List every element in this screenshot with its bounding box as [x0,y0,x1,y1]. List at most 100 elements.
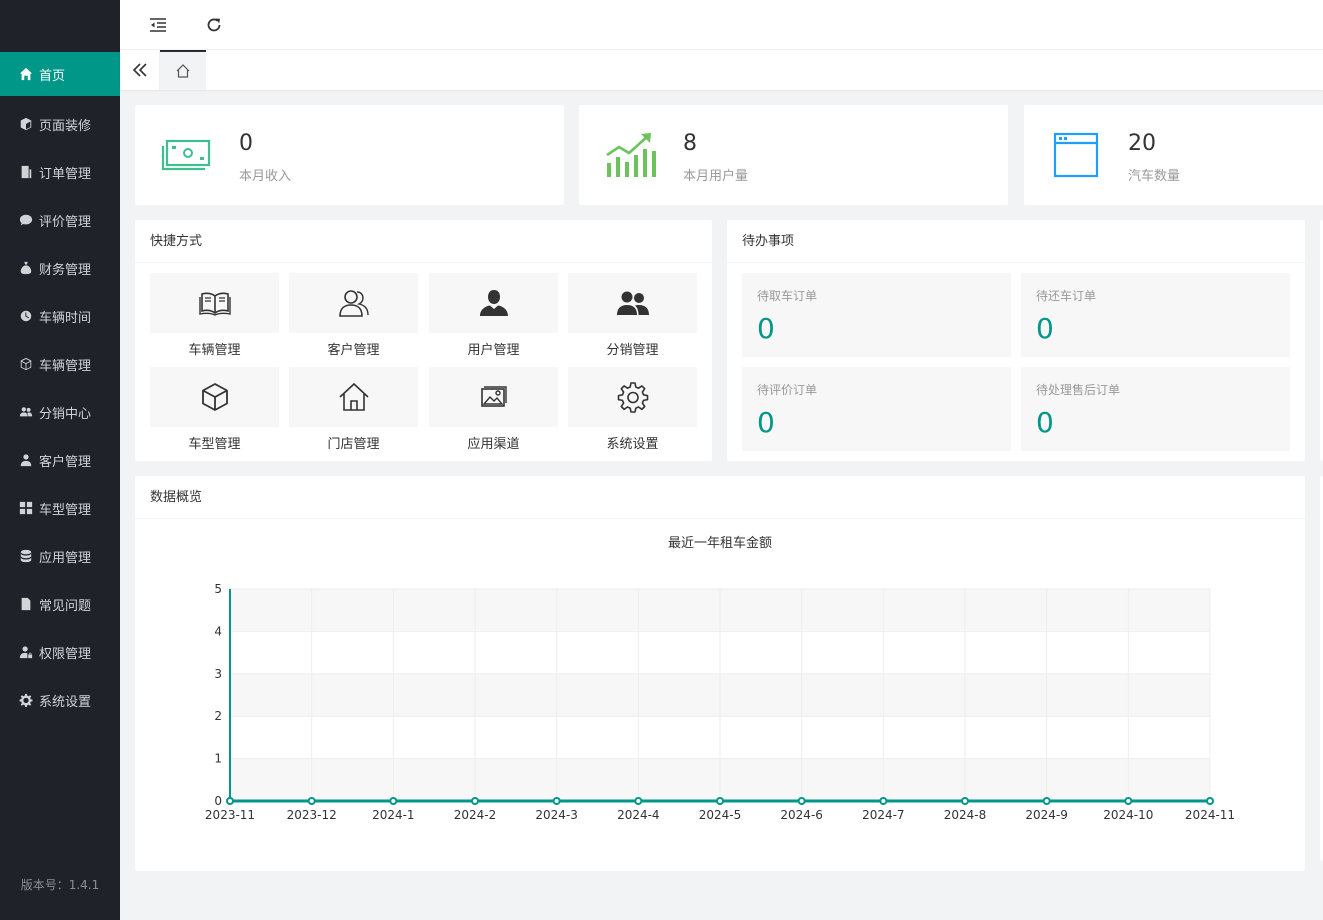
cube-icon [19,117,33,131]
sidebar-item-apps[interactable]: 应用管理 [0,532,120,580]
shortcut-tile[interactable] [289,367,418,427]
refresh-icon [207,18,221,32]
sidebar-item-car-models[interactable]: 车型管理 [0,484,120,532]
data-point [226,797,234,805]
sidebar-item-settings[interactable]: 系统设置 [0,676,120,724]
house-icon [338,382,369,411]
shortcut-tile[interactable] [429,273,558,333]
shortcut-tile[interactable] [150,367,279,427]
data-point [471,797,479,805]
todo-pickup-orders[interactable]: 待取车订单 0 [742,273,1011,357]
data-point [389,797,398,805]
sidebar-item-reviews[interactable]: 评价管理 [0,196,120,244]
refresh-button[interactable] [203,14,225,36]
moneybag-icon [19,261,33,275]
shortcut-car-models[interactable]: 车型管理 [150,367,279,452]
shortcut-users[interactable]: 用户管理 [429,273,558,358]
data-point [552,797,561,805]
sidebar-item-label: 首页 [39,68,66,84]
sidebar-item-distribution[interactable]: 分销中心 [0,388,120,436]
grid-icon [19,501,33,515]
tab-home[interactable] [160,50,206,90]
document-icon [19,165,33,179]
todo-review-orders[interactable]: 待评价订单 0 [742,367,1011,451]
sidebar-item-orders[interactable]: 订单管理 [0,148,120,196]
shortcut-distribution[interactable]: 分销管理 [568,273,697,358]
x-tick-label: 2024-10 [1103,808,1153,822]
user-icon [19,453,33,467]
panel-title: 快捷方式 [135,220,712,263]
x-tick-label: 2024-3 [535,808,578,822]
sidebar-item-label: 应用管理 [39,550,92,566]
y-tick-label: 0 [214,794,222,808]
y-tick-label: 1 [214,752,222,766]
book-icon [198,292,231,316]
data-overview-panel: 数据概览 最近一年租车金额 0 1 2 3 4 5 2023-11 2023-12 2024-1… [135,476,1305,871]
panel-title: 待办事项 [727,220,1305,263]
toggle-sidebar-button[interactable] [147,14,169,36]
shortcut-tile[interactable] [568,367,697,427]
sidebar-item-label: 财务管理 [39,262,92,278]
shortcut-settings[interactable]: 系统设置 [568,367,697,452]
shortcuts-panel: 快捷方式 车辆管理 客户管理 用户管理 分销管理 车型管理 门店管理 应用渠道 … [135,220,712,461]
stat-card-income: 0 本月收入 [135,105,564,205]
stat-value: 8 [683,131,697,156]
shortcut-label: 系统设置 [606,437,659,452]
x-tick-label: 2024-1 [372,808,415,822]
shortcut-tile[interactable] [429,367,558,427]
sidebar-item-page-decoration[interactable]: 页面装修 [0,100,120,148]
shortcut-stores[interactable]: 门店管理 [289,367,418,452]
x-tick-label: 2024-4 [617,808,660,822]
shortcut-tile[interactable] [289,273,418,333]
users-icon [19,405,33,419]
shortcut-vehicles[interactable]: 车辆管理 [150,273,279,358]
cube-outline-icon [19,357,33,371]
todo-count: 0 [757,312,775,345]
sidebar: 首页 页面装修 订单管理 评价管理 财务管理 车辆时间 车辆管理 分销中心 客户… [0,0,120,920]
version-label: 版本号：1.4.1 [20,878,100,892]
sidebar-item-home[interactable]: 首页 [0,52,120,96]
stat-value: 0 [239,131,253,156]
shortcut-label: 分销管理 [606,343,659,358]
sidebar-item-vehicle-time[interactable]: 车辆时间 [0,292,120,340]
shortcut-channels[interactable]: 应用渠道 [429,367,558,452]
sidebar-item-label: 车型管理 [39,502,92,518]
sidebar-item-label: 系统设置 [39,694,92,710]
shortcut-tile[interactable] [150,273,279,333]
sidebar-item-label: 车辆时间 [39,310,92,326]
sidebar-item-vehicles[interactable]: 车辆管理 [0,340,120,388]
x-tick-label: 2024-8 [944,808,987,822]
browser-window-icon [1053,132,1099,178]
shortcut-customers[interactable]: 客户管理 [289,273,418,358]
scroll-tabs-left-button[interactable] [120,50,160,90]
shortcut-label: 门店管理 [327,437,380,452]
tab-bar [120,50,1323,90]
x-tick-label: 2024-11 [1185,808,1235,822]
sidebar-item-customers[interactable]: 客户管理 [0,436,120,484]
data-point [961,797,969,805]
todo-count: 0 [757,406,775,439]
x-tick-label: 2023-11 [205,808,255,822]
todo-panel: 待办事项 待取车订单 0 待还车订单 0 待评价订单 0 待处理售后订单 0 [727,220,1305,461]
sidebar-item-permissions[interactable]: 权限管理 [0,628,120,676]
shortcut-label: 应用渠道 [467,437,520,452]
sidebar-item-label: 分销中心 [39,406,92,422]
double-chevron-left-icon [132,63,147,77]
shortcut-tile[interactable] [568,273,697,333]
sidebar-item-label: 车辆管理 [39,358,92,374]
x-tick-label: 2024-6 [780,808,823,822]
todo-return-orders[interactable]: 待还车订单 0 [1021,273,1290,357]
picture-icon [480,386,507,407]
data-point [634,797,643,805]
todo-label: 待处理售后订单 [1036,383,1121,397]
sidebar-item-faq[interactable]: 常见问题 [0,580,120,628]
home-outline-icon [176,64,190,78]
todo-label: 待取车订单 [757,289,818,303]
x-tick-label: 2024-7 [862,808,905,822]
sidebar-item-label: 权限管理 [39,646,92,662]
sidebar-item-finance[interactable]: 财务管理 [0,244,120,292]
shortcut-label: 车辆管理 [188,343,241,358]
user-lock-icon [19,645,33,659]
todo-aftersale-orders[interactable]: 待处理售后订单 0 [1021,367,1290,451]
shortcut-label: 客户管理 [327,343,380,358]
